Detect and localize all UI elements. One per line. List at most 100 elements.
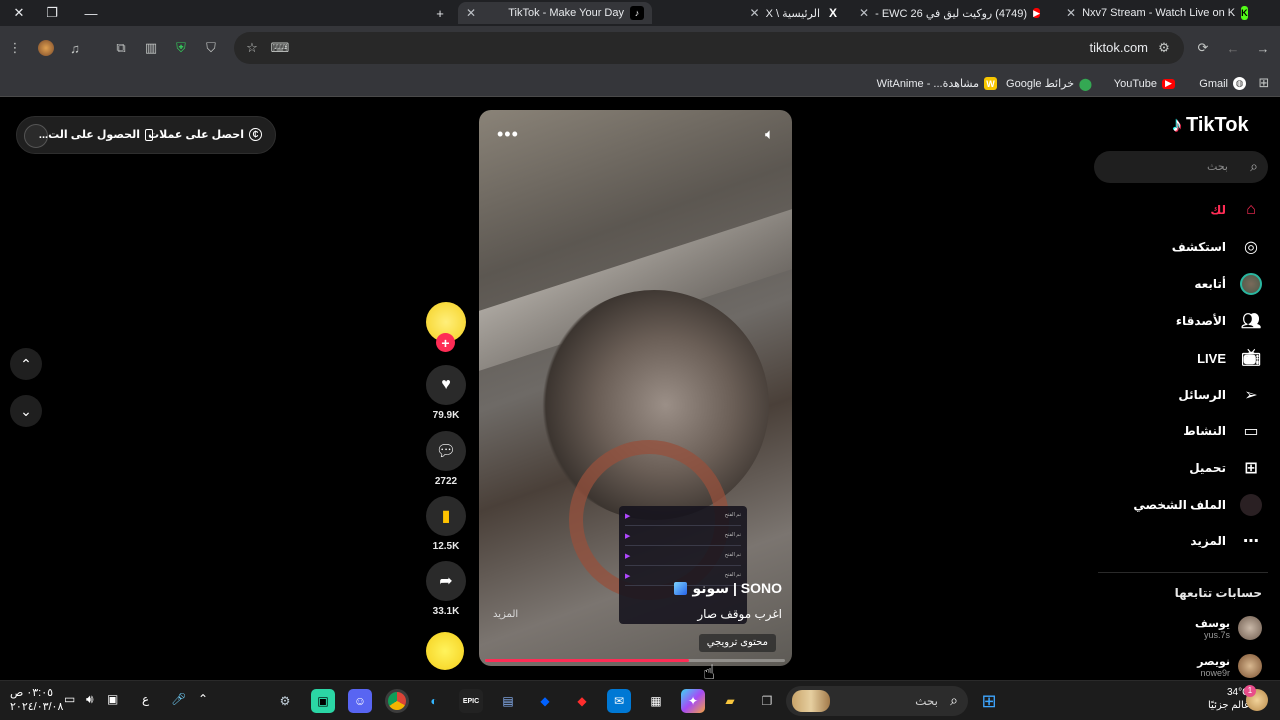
music-disc-icon[interactable] (426, 632, 464, 670)
nav-live[interactable]: 📺︎ LIVE (1197, 347, 1262, 369)
network-icon[interactable]: ▣ (107, 692, 118, 706)
search-input[interactable]: بحث ⌕ (1094, 151, 1268, 183)
bookmark-youtube[interactable]: ▶ YouTube (1114, 75, 1175, 92)
steam-icon[interactable]: ⚙ (273, 689, 297, 713)
tab-kick[interactable]: ✕ Nxv7 Stream - Watch Live on K K (1058, 2, 1248, 24)
bookmark-star-icon[interactable]: ☆ (242, 38, 262, 58)
followed-account[interactable]: يوسف yus.7s (1195, 616, 1262, 640)
get-app-button[interactable]: الحصول على الت... (39, 128, 153, 141)
reload-icon[interactable]: ⟳ (1193, 38, 1213, 58)
get-coins-button[interactable]: ₵ احصل على عملات (148, 128, 262, 141)
nav-label: الملف الشخصي (1133, 498, 1226, 512)
menu-icon[interactable]: ⋮ (5, 38, 25, 58)
dropbox-icon[interactable]: ◆ (533, 689, 557, 713)
start-windows-icon[interactable]: ⊞ (977, 689, 1001, 713)
nav-profile[interactable]: الملف الشخصي (1133, 494, 1262, 516)
copilot-icon[interactable]: ✦ (681, 689, 705, 713)
nav-label: أتابعه (1194, 277, 1226, 291)
extensions-icon[interactable]: ⧉ (111, 38, 131, 58)
previous-video-button[interactable]: ⌃ (10, 348, 42, 380)
mail-icon[interactable]: ✉ (607, 689, 631, 713)
nav-activity[interactable]: ▭ النشاط (1183, 420, 1262, 442)
close-tab-icon[interactable]: ✕ (859, 6, 869, 20)
task-view-icon[interactable]: ❐ (755, 689, 779, 713)
media-controls-icon[interactable]: ♫ (65, 38, 85, 58)
app-icon[interactable]: ▤ (496, 689, 520, 713)
tiktok-logo[interactable]: ♪ TikTok (1172, 114, 1249, 137)
profile-avatar-icon[interactable] (36, 38, 56, 58)
save-button[interactable]: ▮ (426, 496, 466, 536)
bookmark-witanime[interactable]: W مشاهدة... - WitAnime (877, 75, 997, 92)
tab-youtube[interactable]: ✕ ▶ (4749) روكيت ليق في EWC 26 - (856, 2, 1048, 24)
search-icon[interactable]: ⌕ (1250, 158, 1258, 175)
share-button[interactable]: ➦ (426, 561, 466, 601)
play-icon: ▶ (625, 513, 631, 520)
forward-icon[interactable]: → (1253, 38, 1273, 58)
video-progress-bar[interactable] (485, 659, 785, 662)
play-icon: ▶ (625, 533, 631, 540)
epic-games-icon[interactable]: EPIC (459, 689, 483, 713)
security-extension-icon[interactable]: ⛉ (201, 38, 221, 58)
video-player[interactable]: ••• 🔈︎ ▶ تم الفتح ▶ تم الفتح ▶ تم الفتح ▶ تم… (479, 110, 792, 666)
bookmark-gmail[interactable]: ◍ Gmail (1199, 75, 1246, 92)
discord-icon[interactable]: ☺ (348, 689, 372, 713)
tray-overflow-icon[interactable]: ⌃ (198, 692, 208, 706)
edge-icon[interactable]: ◐ (422, 689, 446, 713)
home-icon: ⌂ (1246, 201, 1256, 218)
follow-plus-icon[interactable]: + (436, 333, 455, 352)
friends-icon: 👥︎ (1240, 313, 1262, 330)
apps-grid-icon[interactable]: ⊞ (1254, 73, 1274, 93)
close-tab-icon[interactable]: ✕ (466, 6, 476, 20)
tab-tiktok[interactable]: ♪ TikTok - Make Your Day ✕ (458, 2, 652, 24)
following-accounts-title: حسابات تتابعها (1174, 586, 1262, 600)
video-options-icon[interactable]: ••• (497, 124, 519, 145)
video-author[interactable]: SONO | سونو (674, 580, 782, 597)
close-tab-icon[interactable]: ✕ (750, 6, 760, 20)
comment-button[interactable]: 💬︎ (426, 431, 466, 471)
nav-friends[interactable]: 👥︎ الأصدقاء (1176, 310, 1262, 332)
nav-label: استكشف (1171, 240, 1226, 254)
like-button[interactable]: ♥ (426, 365, 466, 405)
battery-icon[interactable]: ▭ (64, 692, 75, 706)
system-clock[interactable]: ٠٣:٠٥ ص ٢٠٢٤/٠٣/٠٨ (10, 686, 63, 714)
followed-account[interactable]: نويصر nowe9r (1197, 654, 1262, 678)
nav-label: لك (1210, 203, 1226, 217)
store-icon[interactable]: ▦ (644, 689, 668, 713)
back-icon[interactable]: ← (1223, 38, 1243, 58)
next-video-button[interactable]: ⌄ (10, 395, 42, 427)
nav-more[interactable]: ⋯ المزيد (1190, 530, 1262, 552)
app-icon[interactable]: ▣ (311, 689, 335, 713)
volume-icon[interactable]: 🔈︎ (765, 126, 774, 143)
nav-for-you[interactable]: ⌂ لك (1210, 199, 1262, 221)
get-app-label: الحصول على الت... (38, 129, 140, 141)
volume-tray-icon[interactable]: 🔊︎ (86, 692, 94, 707)
nav-upload[interactable]: ⊞ تحميل (1189, 457, 1262, 479)
language-indicator[interactable]: ع (142, 692, 149, 706)
taskbar-search[interactable]: بحث ⌕ (786, 686, 968, 716)
restore-window-icon[interactable]: ❐ (33, 0, 71, 26)
nav-explore[interactable]: ◎ استكشف (1172, 236, 1262, 258)
bookmark-maps[interactable]: ⬤ خرائط Google (1006, 75, 1092, 92)
address-bar[interactable]: ☆ ⌨ ⚙ (234, 32, 1184, 64)
microphone-icon[interactable]: 🎤︎ (171, 692, 186, 706)
nav-messages[interactable]: ➢ الرسائل (1178, 384, 1262, 406)
kick-icon: K (1241, 6, 1248, 20)
extension-app-icon[interactable]: ▥ (141, 38, 161, 58)
nav-following[interactable]: أتابعه (1194, 273, 1262, 295)
save-count: 12.5K (432, 541, 460, 552)
translate-icon[interactable]: ⌨ (270, 38, 290, 58)
close-tab-icon[interactable]: ✕ (1066, 6, 1076, 20)
sidebar-divider (1098, 572, 1268, 573)
search-icon: ⌕ (950, 692, 958, 708)
caption-more-link[interactable]: المزيد (493, 609, 518, 620)
tab-title: TikTok - Make Your Day (508, 7, 624, 19)
file-explorer-icon[interactable]: ▰ (718, 689, 742, 713)
tab-x[interactable]: ✕ X الرئيسية \ X (660, 2, 848, 24)
app-icon[interactable]: ◆ (570, 689, 594, 713)
site-settings-icon[interactable]: ⚙ (1154, 38, 1174, 58)
minimize-window-icon[interactable]: — (72, 0, 110, 26)
search-highlight-image (792, 690, 830, 712)
chrome-icon[interactable] (385, 689, 409, 713)
shield-extension-icon[interactable]: ⛨ (171, 38, 191, 58)
new-tab-icon[interactable]: + (421, 0, 459, 26)
